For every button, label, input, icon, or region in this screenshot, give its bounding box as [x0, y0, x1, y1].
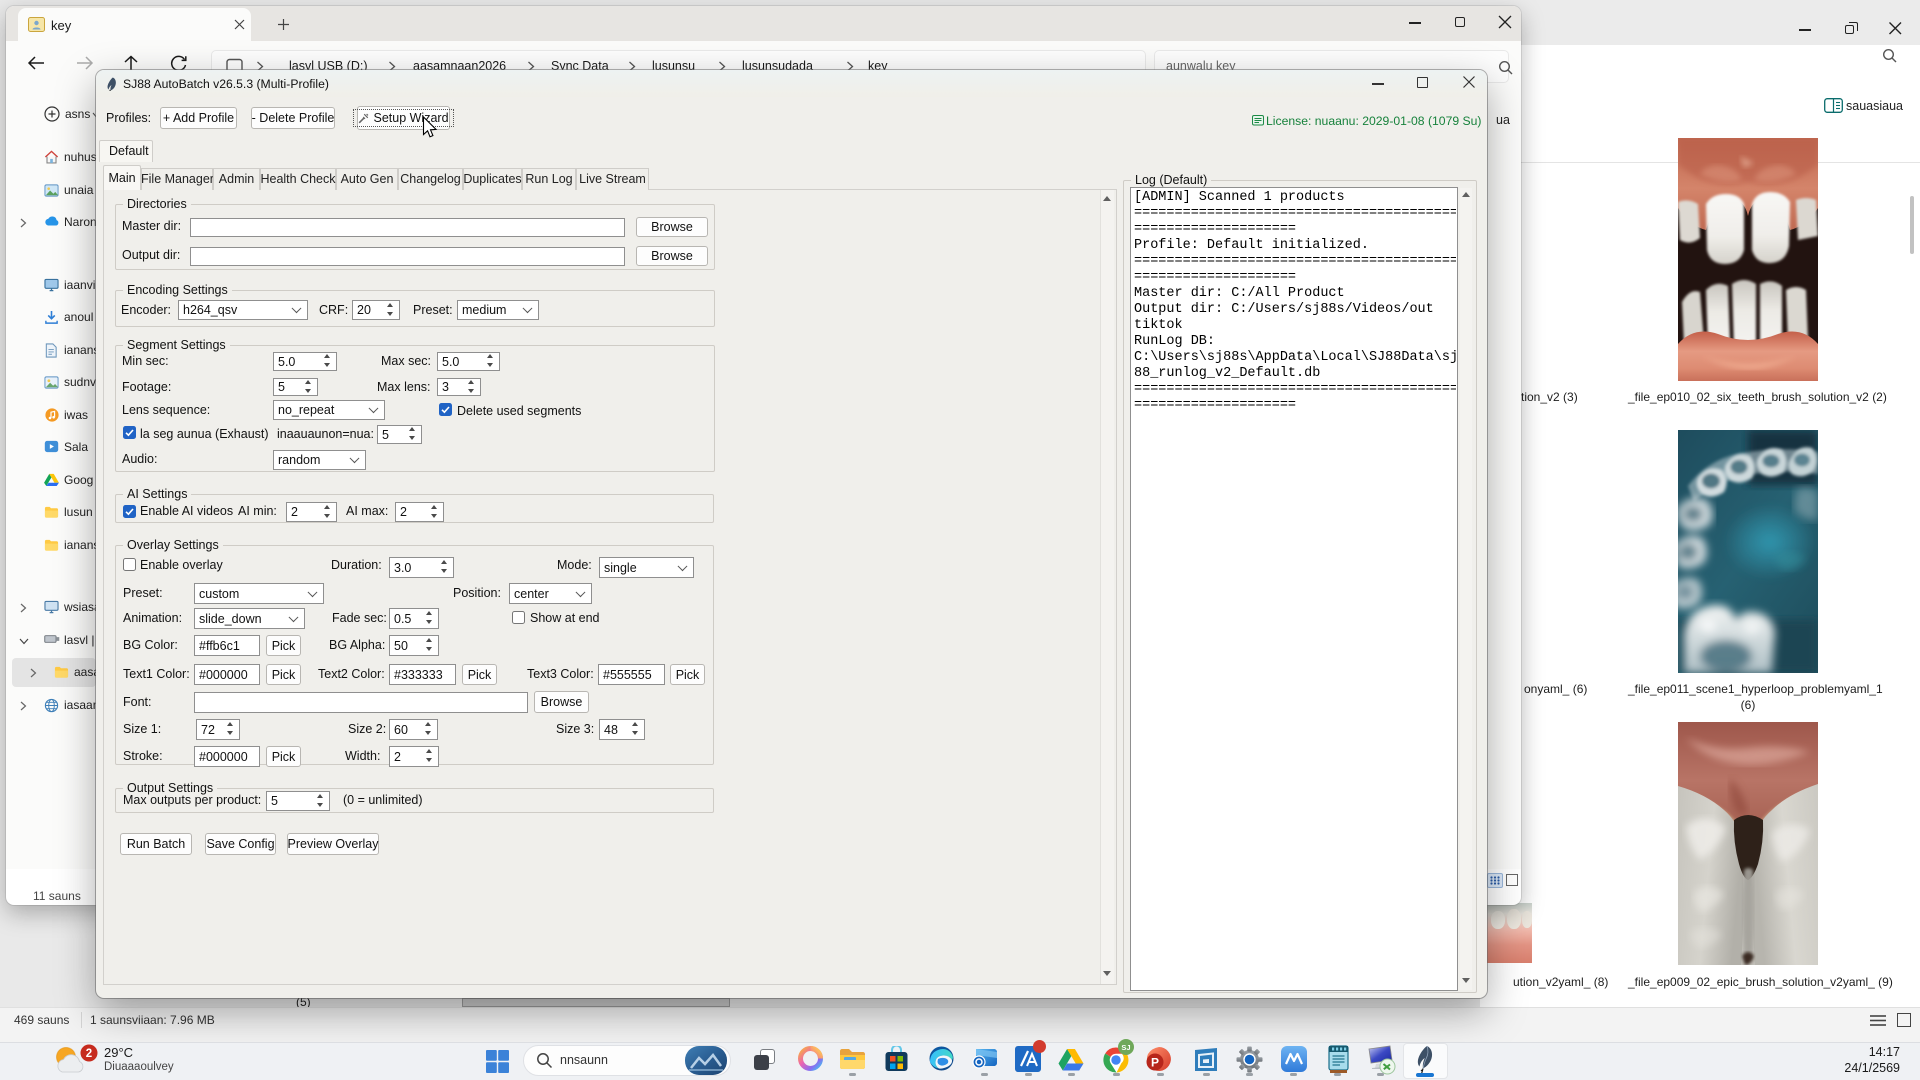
svg-text:P: P — [1151, 1056, 1159, 1070]
svg-text:2: 2 — [86, 1048, 92, 1060]
